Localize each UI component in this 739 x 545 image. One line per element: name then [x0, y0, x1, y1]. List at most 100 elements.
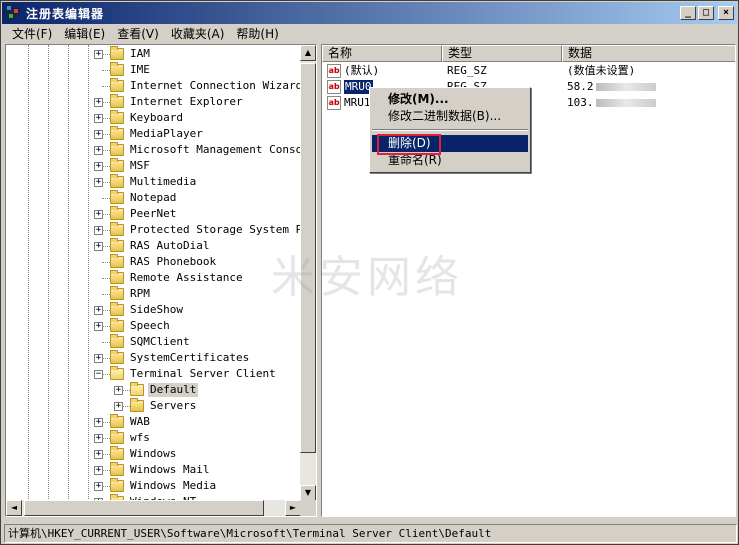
- tree-item[interactable]: + Internet Explorer: [6, 94, 301, 110]
- tree-item-label[interactable]: IME: [128, 63, 152, 77]
- tree-item-label[interactable]: Remote Assistance: [128, 271, 245, 285]
- tree-item-label[interactable]: Default: [148, 383, 199, 397]
- tree-item-label[interactable]: SQMClient: [128, 335, 192, 349]
- tree-horizontal-scrollbar[interactable]: ◄ ►: [6, 500, 301, 516]
- tree-item-label[interactable]: Microsoft Management Console: [128, 143, 301, 157]
- column-header-type[interactable]: 类型: [442, 45, 562, 62]
- tree-vscroll-thumb[interactable]: [300, 63, 316, 453]
- tree-item[interactable]: RAS Phonebook: [6, 254, 301, 270]
- maximize-button[interactable]: □: [698, 6, 714, 20]
- folder-icon: [110, 158, 124, 172]
- scroll-down-button[interactable]: ▼: [300, 485, 316, 501]
- tree-item[interactable]: + MSF: [6, 158, 301, 174]
- tree-item[interactable]: + Speech: [6, 318, 301, 334]
- string-value-icon: ab: [327, 64, 341, 78]
- menu-file[interactable]: 文件(F): [6, 25, 58, 42]
- tree-item-label[interactable]: RAS Phonebook: [128, 255, 218, 269]
- tree-item[interactable]: Notepad: [6, 190, 301, 206]
- tree-item[interactable]: RPM: [6, 286, 301, 302]
- value-row[interactable]: ab (默认) REG_SZ (数值未设置): [322, 63, 735, 79]
- tree-item-label[interactable]: Notepad: [128, 191, 178, 205]
- obscured-data: [595, 99, 656, 107]
- tree-item-label[interactable]: Protected Storage System Prov: [128, 223, 301, 237]
- value-name[interactable]: (默认): [344, 64, 379, 78]
- tree-item[interactable]: SQMClient: [6, 334, 301, 350]
- tree-item-label[interactable]: Servers: [148, 399, 198, 413]
- tree-vertical-scrollbar[interactable]: ▲ ▼: [300, 45, 316, 501]
- scroll-up-button[interactable]: ▲: [300, 45, 316, 61]
- tree-item[interactable]: + SideShow: [6, 302, 301, 318]
- tree-connector: [102, 310, 110, 311]
- tree-item[interactable]: + Windows: [6, 446, 301, 462]
- tree-item-label[interactable]: WAB: [128, 415, 152, 429]
- tree-item-label[interactable]: SideShow: [128, 303, 185, 317]
- folder-icon: [110, 190, 124, 204]
- menu-help[interactable]: 帮助(H): [230, 25, 284, 42]
- tree-item-label[interactable]: MSF: [128, 159, 152, 173]
- tree-item-label[interactable]: Terminal Server Client: [128, 367, 278, 381]
- tree-connector: [102, 134, 110, 135]
- tree-item-label[interactable]: wfs: [128, 431, 152, 445]
- status-bar-path: 计算机\HKEY_CURRENT_USER\Software\Microsoft…: [4, 524, 737, 543]
- tree-item[interactable]: + Microsoft Management Console: [6, 142, 301, 158]
- tree-item[interactable]: + Windows Media: [6, 478, 301, 494]
- tree-item-label[interactable]: Speech: [128, 319, 172, 333]
- tree-item[interactable]: + WAB: [6, 414, 301, 430]
- tree-item[interactable]: + SystemCertificates: [6, 350, 301, 366]
- title-bar[interactable]: 注册表编辑器 _ □ ×: [2, 2, 737, 24]
- scroll-corner: [300, 500, 316, 516]
- menu-item-modify-binary[interactable]: 修改二进制数据(B)...: [372, 108, 528, 125]
- tree-item[interactable]: Internet Connection Wizard: [6, 78, 301, 94]
- tree-item[interactable]: − Terminal Server Client: [6, 366, 301, 382]
- tree-item[interactable]: + PeerNet: [6, 206, 301, 222]
- tree-item-label[interactable]: Windows Mail: [128, 463, 211, 477]
- tree-item[interactable]: + Keyboard: [6, 110, 301, 126]
- value-data: 103.: [567, 96, 594, 109]
- menu-favorites[interactable]: 收藏夹(A): [165, 25, 231, 42]
- menu-view[interactable]: 查看(V): [111, 25, 165, 42]
- tree-item[interactable]: IME: [6, 62, 301, 78]
- tree-item[interactable]: + RAS AutoDial: [6, 238, 301, 254]
- tree-item-label[interactable]: Multimedia: [128, 175, 198, 189]
- tree-item-label[interactable]: Internet Connection Wizard: [128, 79, 301, 93]
- registry-tree-pane[interactable]: + IAM IME Internet Connection Wizard + Intern…: [5, 44, 317, 517]
- tree-item[interactable]: + IAM: [6, 46, 301, 62]
- tree-item-label[interactable]: RAS AutoDial: [128, 239, 211, 253]
- column-header-data[interactable]: 数据: [562, 45, 735, 62]
- tree-item-label[interactable]: Windows Media: [128, 479, 218, 493]
- minimize-button[interactable]: _: [680, 6, 696, 20]
- folder-icon: [110, 286, 124, 300]
- tree-item-label[interactable]: SystemCertificates: [128, 351, 251, 365]
- tree-item-label[interactable]: PeerNet: [128, 207, 178, 221]
- tree-item-label[interactable]: MediaPlayer: [128, 127, 205, 141]
- tree-item-label[interactable]: Internet Explorer: [128, 95, 245, 109]
- tree-hscroll-thumb[interactable]: [24, 500, 264, 516]
- tree-item-label[interactable]: Windows: [128, 447, 178, 461]
- menu-bar: 文件(F) 编辑(E) 查看(V) 收藏夹(A) 帮助(H): [2, 24, 737, 43]
- tree-item-label[interactable]: Keyboard: [128, 111, 185, 125]
- tree-item-label[interactable]: RPM: [128, 287, 152, 301]
- tree-item-label[interactable]: IAM: [128, 47, 152, 61]
- value-name[interactable]: MRU1: [344, 96, 371, 110]
- folder-icon: [110, 302, 124, 316]
- tree-connector: [102, 182, 110, 183]
- tree-item[interactable]: + Multimedia: [6, 174, 301, 190]
- tree-item[interactable]: Remote Assistance: [6, 270, 301, 286]
- tree-item[interactable]: + MediaPlayer: [6, 126, 301, 142]
- scroll-right-button[interactable]: ►: [285, 500, 301, 516]
- window-title: 注册表编辑器: [26, 6, 105, 21]
- tree-item[interactable]: + Servers: [6, 398, 301, 414]
- folder-icon: [110, 254, 124, 268]
- tree-item[interactable]: +Protected Storage System Prov: [6, 222, 301, 238]
- menu-item-modify[interactable]: 修改(M)...: [372, 91, 528, 108]
- tree-item[interactable]: + Default: [6, 382, 301, 398]
- folder-icon: [110, 238, 124, 252]
- scroll-left-button[interactable]: ◄: [6, 500, 22, 516]
- folder-icon: [110, 78, 124, 92]
- close-button[interactable]: ×: [718, 6, 734, 20]
- tree-connector: [102, 86, 110, 87]
- tree-item[interactable]: + Windows Mail: [6, 462, 301, 478]
- column-header-name[interactable]: 名称: [322, 45, 442, 62]
- menu-edit[interactable]: 编辑(E): [58, 25, 111, 42]
- tree-item[interactable]: + wfs: [6, 430, 301, 446]
